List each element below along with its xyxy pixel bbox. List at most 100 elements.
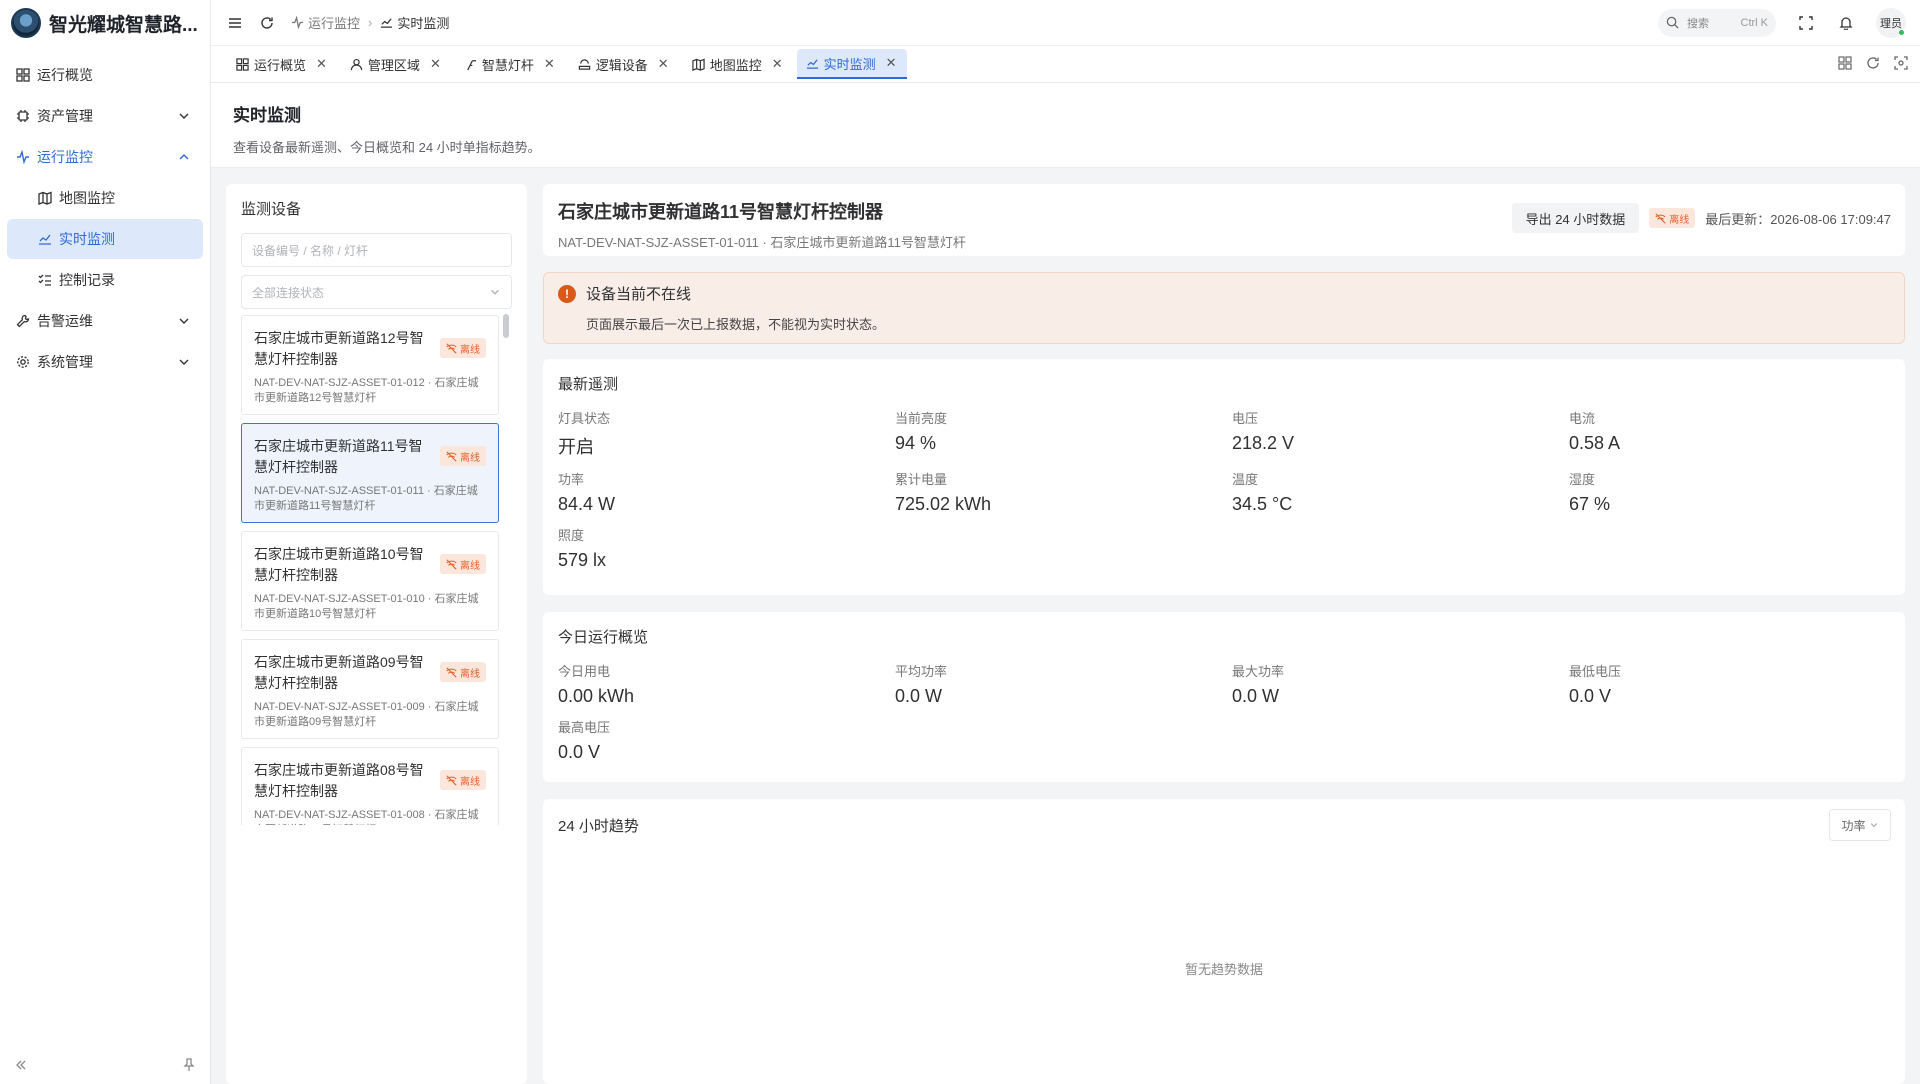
user-group-icon — [350, 57, 364, 71]
metric-value: 0.0 V — [558, 742, 601, 762]
tab-logic-devices[interactable]: 逻辑设备 ✕ — [569, 49, 679, 79]
metric-value: 94 % — [895, 433, 937, 453]
breadcrumb: 运行监控 › 实时监测 — [291, 13, 449, 32]
device-search-placeholder: 设备编号 / 名称 / 灯杆 — [252, 243, 369, 258]
device-name: 石家庄城市更新道路12号智慧灯杆控制器 — [254, 330, 424, 367]
trend-empty-text: 暂无趋势数据 — [1184, 962, 1263, 977]
sidebar: 智光耀城智慧路... 运行概览 资产管理 运行监控 地图监控 实时监测 控制记录… — [0, 0, 211, 1084]
sidebar-item-map-monitoring[interactable]: 地图监控 — [7, 178, 203, 218]
chevron-up-icon — [179, 154, 189, 160]
layout-grid-icon[interactable] — [1838, 55, 1852, 73]
brand[interactable]: 智光耀城智慧路... — [0, 0, 210, 46]
tab-realtime[interactable]: 实时监测 ✕ — [796, 49, 907, 79]
sidebar-item-monitoring[interactable]: 运行监控 — [7, 137, 203, 177]
tab-label: 地图监控 — [709, 57, 762, 73]
menu-toggle-icon[interactable] — [225, 13, 245, 33]
device-list-scrollbar[interactable] — [503, 314, 509, 338]
trend-metric-select[interactable]: 功率 — [1829, 809, 1891, 841]
tab-areas[interactable]: 管理区域 ✕ — [341, 49, 451, 79]
device-card-selected[interactable]: 石家庄城市更新道路11号智慧灯杆控制器 NAT-DEV-NAT-SJZ-ASSE… — [241, 423, 499, 523]
metric-label: 湿度 — [1569, 472, 1596, 487]
device-card[interactable]: 石家庄城市更新道路09号智慧灯杆控制器 NAT-DEV-NAT-SJZ-ASSE… — [241, 639, 499, 739]
sidebar-item-label: 实时监测 — [59, 231, 115, 247]
device-card[interactable]: 石家庄城市更新道路08号智慧灯杆控制器 NAT-DEV-NAT-SJZ-ASSE… — [241, 747, 499, 825]
metric-value: 0.00 kWh — [558, 686, 635, 706]
online-dot — [1898, 28, 1905, 36]
header-actions: 搜索 Ctrl K 理员 — [1658, 7, 1920, 38]
today-summary-panel: 今日运行概览 今日用电 0.00 kWh 平均功率 0.0 W 最大功率 0.0 W … — [543, 612, 1905, 782]
sidebar-item-label: 地图监控 — [59, 190, 115, 206]
sidebar-item-assets[interactable]: 资产管理 — [7, 96, 203, 136]
metric-brightness: 当前亮度 94 % — [895, 408, 1232, 459]
sidebar-item-realtime[interactable]: 实时监测 — [7, 219, 203, 259]
device-card[interactable]: 石家庄城市更新道路12号智慧灯杆控制器 NAT-DEV-NAT-SJZ-ASSE… — [241, 315, 499, 415]
metric-value: 0.0 W — [1232, 686, 1280, 706]
pole-icon — [464, 57, 478, 71]
tab-label: 智慧灯杆 — [481, 57, 534, 73]
sidebar-item-overview[interactable]: 运行概览 — [7, 55, 203, 95]
device-code: NAT-DEV-NAT-SJZ-ASSET-01-008 · 石家庄城市更新道路… — [254, 809, 479, 825]
status-badge: 离线 — [440, 338, 486, 358]
chevron-down-icon — [179, 318, 189, 324]
close-icon[interactable]: ✕ — [658, 56, 669, 72]
close-icon[interactable]: ✕ — [316, 56, 327, 72]
close-icon[interactable]: ✕ — [544, 56, 555, 72]
status-badge-label: 离线 — [460, 776, 480, 788]
app-name: 智光耀城智慧路... — [49, 14, 198, 36]
checklist-icon — [37, 272, 53, 288]
avatar-text: 理员 — [1880, 17, 1902, 30]
metric-humidity: 湿度 67 % — [1569, 469, 1906, 515]
metric-energy: 累计电量 725.02 kWh — [895, 469, 1232, 515]
metric-label: 电流 — [1569, 411, 1596, 426]
fullscreen-icon[interactable] — [1796, 13, 1816, 33]
device-search-input[interactable]: 设备编号 / 名称 / 灯杆 — [241, 233, 512, 267]
trend-metric-value: 功率 — [1841, 818, 1866, 833]
export-24h-button[interactable]: 导出 24 小时数据 — [1511, 203, 1640, 233]
device-detail-header: 石家庄城市更新道路11号智慧灯杆控制器 NAT-DEV-NAT-SJZ-ASSE… — [543, 184, 1905, 256]
global-search[interactable]: 搜索 Ctrl K — [1658, 8, 1776, 37]
breadcrumb-current: 实时监测 — [397, 16, 450, 31]
status-badge: 离线 — [440, 770, 486, 790]
close-icon[interactable]: ✕ — [772, 56, 783, 72]
metric-label: 最高电压 — [558, 720, 611, 735]
wifi-off-icon — [446, 666, 457, 678]
wifi-off-icon — [1655, 212, 1666, 224]
device-detail-actions: 导出 24 小时数据 离线 最后更新：2026-08-06 17:09:47 — [1511, 203, 1891, 233]
sidebar-item-control-records[interactable]: 控制记录 — [7, 260, 203, 300]
collapse-sidebar-icon[interactable] — [14, 1058, 28, 1075]
focus-icon[interactable] — [1894, 55, 1908, 73]
activity-icon — [15, 149, 31, 165]
sidebar-item-label: 系统管理 — [37, 354, 93, 370]
metric-value: 开启 — [558, 437, 594, 457]
status-badge-label: 离线 — [460, 560, 480, 572]
status-badge: 离线 — [440, 554, 486, 574]
pin-icon[interactable] — [182, 1057, 196, 1075]
sidebar-item-alarm-ops[interactable]: 告警运维 — [7, 301, 203, 341]
metric-label: 功率 — [558, 472, 585, 487]
breadcrumb-item[interactable]: 运行监控 — [308, 13, 360, 32]
summary-grid: 今日用电 0.00 kWh 平均功率 0.0 W 最大功率 0.0 W 最低电压 0.0… — [558, 661, 1890, 763]
chevron-down-icon — [491, 289, 499, 295]
tab-map-monitoring[interactable]: 地图监控 ✕ — [683, 49, 793, 79]
avatar[interactable]: 理员 — [1876, 7, 1906, 38]
close-icon[interactable]: ✕ — [886, 55, 897, 71]
tab-label: 管理区域 — [367, 57, 420, 73]
bell-icon[interactable] — [1836, 13, 1856, 33]
refresh-tab-icon[interactable] — [1866, 56, 1880, 73]
tab-smart-poles[interactable]: 智慧灯杆 ✕ — [455, 49, 565, 79]
device-card[interactable]: 石家庄城市更新道路10号智慧灯杆控制器 NAT-DEV-NAT-SJZ-ASSE… — [241, 531, 499, 631]
close-icon[interactable]: ✕ — [430, 56, 441, 72]
status-badge-label: 离线 — [460, 668, 480, 680]
refresh-icon[interactable] — [257, 13, 277, 33]
status-select-placeholder: 全部连接状态 — [252, 285, 325, 300]
connection-status-select[interactable]: 全部连接状态 — [241, 275, 512, 309]
tab-overview[interactable]: 运行概览 ✕ — [227, 49, 337, 79]
metric-label: 当前亮度 — [895, 411, 948, 426]
metric-temperature: 温度 34.5 °C — [1232, 469, 1569, 515]
metric-value: 218.2 V — [1232, 433, 1295, 453]
sidebar-item-system[interactable]: 系统管理 — [7, 342, 203, 382]
tab-bar-actions — [1838, 55, 1920, 73]
trend-title: 24 小时趋势 — [558, 818, 639, 835]
metric-value: 0.0 W — [895, 686, 943, 706]
device-list[interactable]: 石家庄城市更新道路12号智慧灯杆控制器 NAT-DEV-NAT-SJZ-ASSE… — [241, 315, 512, 825]
